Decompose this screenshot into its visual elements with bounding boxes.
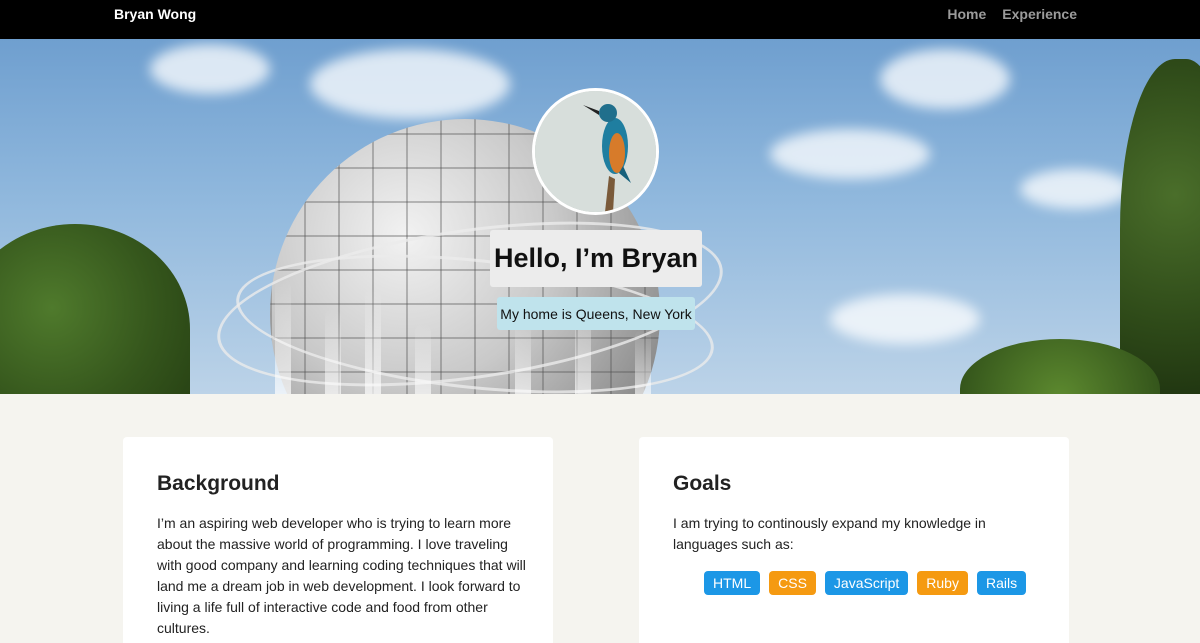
- fountain-spray: [325, 309, 341, 394]
- navbar: Bryan Wong Home Experience: [0, 0, 1200, 39]
- goals-card: Goals I am trying to continously expand …: [639, 437, 1069, 643]
- profile-avatar: [532, 88, 659, 215]
- cloud: [830, 294, 980, 344]
- trees-left: [0, 224, 190, 394]
- hero-greeting: Hello, I’m Bryan: [490, 230, 702, 287]
- cloud: [150, 44, 270, 94]
- nav-links: Home Experience: [947, 0, 1077, 29]
- kingfisher-bird-icon: [535, 91, 656, 212]
- background-text: I’m an aspiring web developer who is try…: [157, 515, 526, 636]
- cloud: [310, 49, 510, 119]
- fountain-spray: [365, 289, 381, 394]
- fountain-spray: [275, 279, 291, 394]
- cloud: [1020, 169, 1130, 209]
- fountain-spray: [415, 324, 431, 394]
- goals-text: I am trying to continously expand my kno…: [673, 515, 986, 552]
- background-title: Background: [157, 472, 280, 495]
- cloud: [880, 49, 1010, 109]
- tag-ruby: Ruby: [917, 571, 968, 595]
- hero-banner: Hello, I’m Bryan My home is Queens, New …: [0, 39, 1200, 394]
- trees-right: [1120, 59, 1200, 394]
- cloud: [770, 129, 930, 179]
- fountain-spray: [635, 329, 651, 394]
- tag-html: HTML: [704, 571, 761, 595]
- goals-title: Goals: [673, 472, 732, 495]
- nav-link-home[interactable]: Home: [947, 0, 986, 29]
- nav-link-experience[interactable]: Experience: [1002, 0, 1077, 29]
- language-tags: HTML CSS JavaScript Ruby Rails: [704, 571, 1027, 595]
- tag-css: CSS: [769, 571, 816, 595]
- brand-link[interactable]: Bryan Wong: [114, 0, 196, 29]
- hero-location-badge: My home is Queens, New York: [497, 297, 695, 330]
- tag-javascript: JavaScript: [824, 571, 909, 595]
- tag-rails: Rails: [976, 571, 1027, 595]
- background-card: Background I’m an aspiring web developer…: [123, 437, 553, 643]
- fountain-spray: [515, 319, 531, 394]
